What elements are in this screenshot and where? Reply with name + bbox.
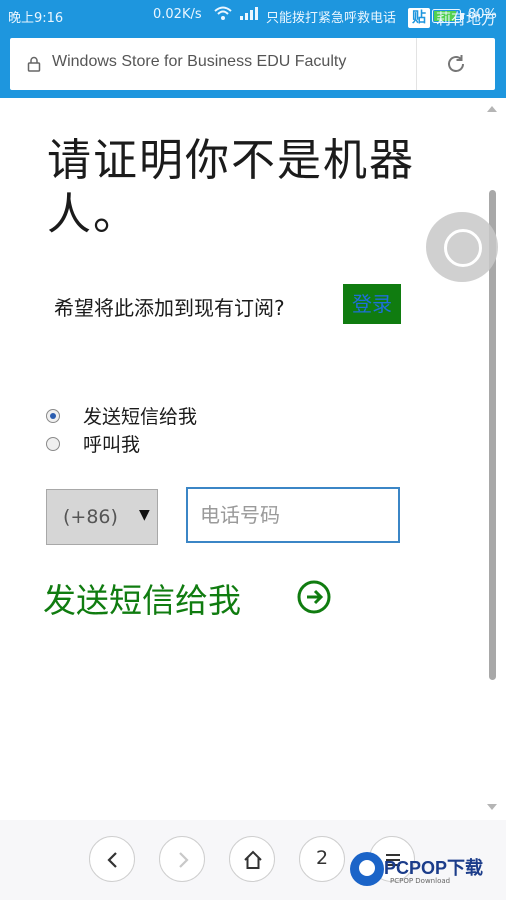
phone-number-input[interactable] bbox=[186, 487, 400, 543]
url-divider bbox=[416, 38, 417, 90]
overlay-text: 莉有地方 bbox=[436, 10, 497, 28]
caret-down-icon: ▼ bbox=[139, 507, 150, 523]
reload-icon[interactable] bbox=[445, 53, 467, 79]
url-bar[interactable]: Windows Store for Business EDU Faculty bbox=[10, 38, 495, 90]
back-button[interactable] bbox=[89, 836, 135, 882]
radio-call[interactable] bbox=[46, 437, 60, 451]
pcpop-logo-icon bbox=[350, 852, 384, 886]
status-bar: 晚上9:16 0.02K/s 只能拨打紧急呼救电话 80% 贴 莉有地方 bbox=[0, 0, 506, 32]
send-sms-label[interactable]: 发送短信给我 bbox=[43, 574, 241, 622]
status-carrier: 只能拨打紧急呼救电话 bbox=[266, 11, 397, 26]
watermark: PCPOP下载 PCPOP Download bbox=[350, 848, 506, 892]
country-code-select[interactable]: (+86) ▼ bbox=[46, 489, 158, 545]
tabs-button[interactable]: 2 bbox=[299, 836, 345, 882]
tab-count: 2 bbox=[315, 847, 329, 869]
arrow-right-circle-icon[interactable] bbox=[297, 580, 331, 618]
page-content: 请证明你不是机器人。 希望将此添加到现有订阅? 登录 发送短信给我 呼叫我 (+… bbox=[0, 98, 506, 820]
home-button[interactable] bbox=[229, 836, 275, 882]
page-title-url[interactable]: Windows Store for Business EDU Faculty bbox=[52, 53, 346, 71]
overlay-badge: 贴 bbox=[408, 8, 430, 28]
wifi-icon bbox=[214, 5, 232, 25]
lock-icon bbox=[27, 56, 41, 76]
prompt-text: 希望将此添加到现有订阅? bbox=[54, 296, 285, 320]
page-title: 请证明你不是机器人。 bbox=[47, 135, 415, 240]
login-button[interactable]: 登录 bbox=[343, 284, 401, 324]
forward-button[interactable] bbox=[159, 836, 205, 882]
home-icon bbox=[244, 850, 262, 869]
chevron-left-icon bbox=[107, 852, 117, 868]
scroll-up-arrow[interactable] bbox=[487, 106, 497, 112]
status-net-speed: 0.02K/s bbox=[153, 7, 202, 22]
scroll-down-arrow[interactable] bbox=[487, 804, 497, 810]
bottom-nav: 2 PCPOP下载 PCPOP Download bbox=[0, 820, 506, 900]
watermark-sub: PCPOP Download bbox=[390, 877, 451, 885]
country-code-value: (+86) bbox=[63, 506, 118, 528]
browser-toolbar: Windows Store for Business EDU Faculty bbox=[0, 32, 506, 98]
chevron-right-icon bbox=[179, 852, 189, 868]
floating-assist-ball[interactable] bbox=[426, 212, 498, 282]
signal-icon bbox=[240, 7, 258, 24]
radio-label-sms[interactable]: 发送短信给我 bbox=[83, 402, 197, 429]
radio-label-call[interactable]: 呼叫我 bbox=[83, 430, 140, 457]
status-time: 晚上9:16 bbox=[8, 11, 64, 26]
radio-sms[interactable] bbox=[46, 409, 60, 423]
